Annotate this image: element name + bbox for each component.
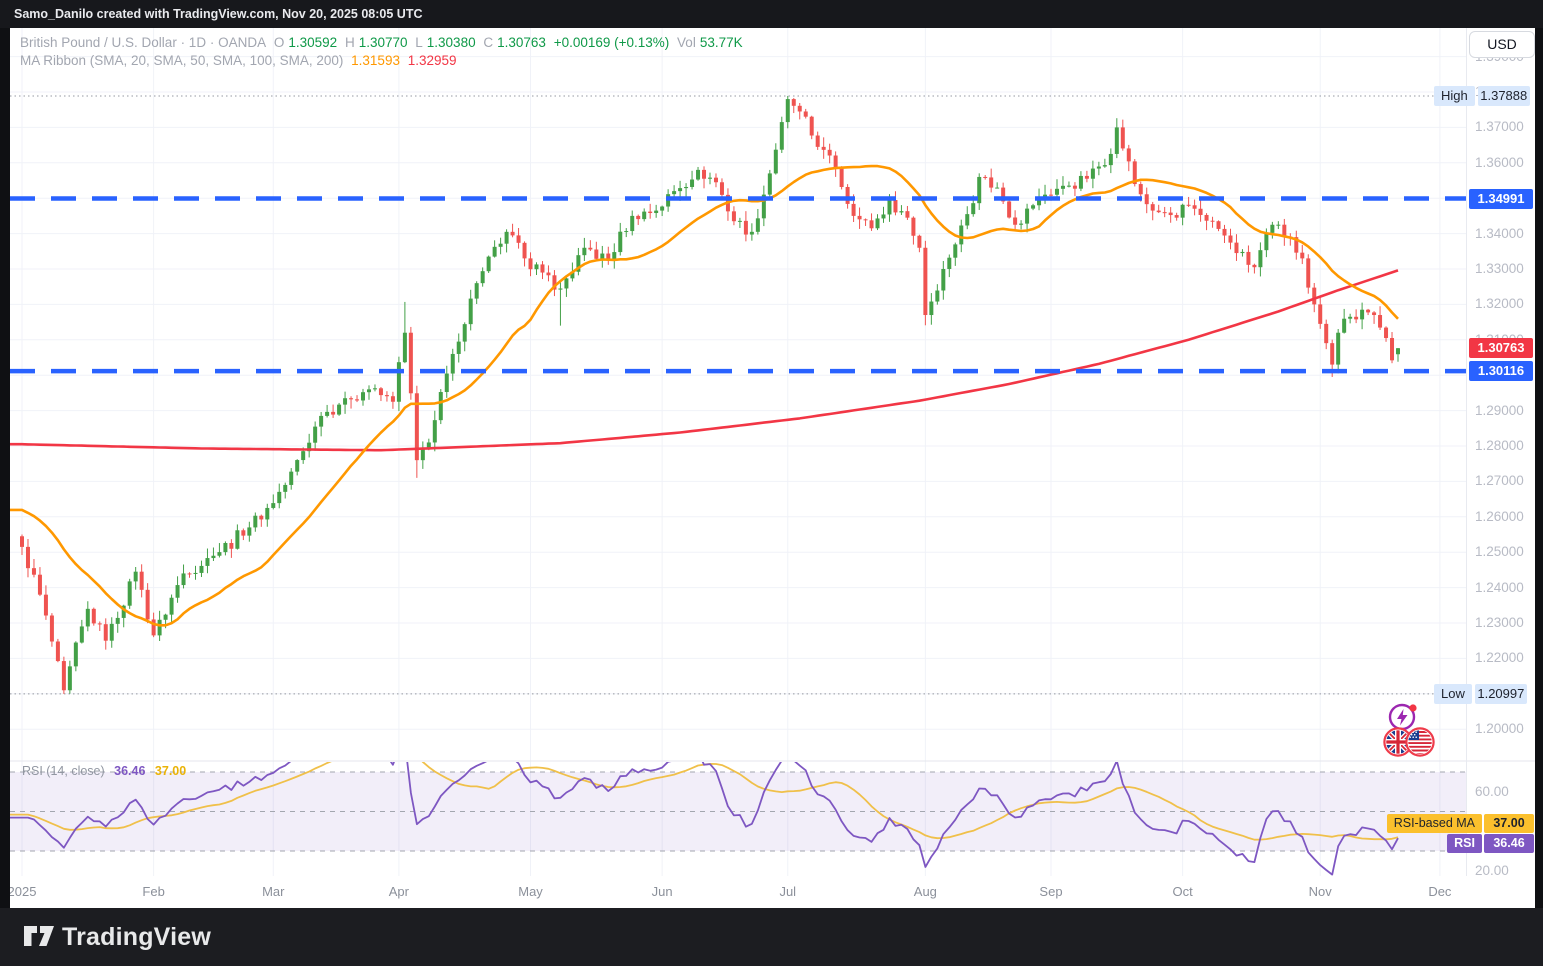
price-axis-label: 1.22000 [1475,650,1524,666]
time-axis-label: Dec [1428,884,1452,899]
rsi-badge-label: RSI-based MA [1386,814,1482,834]
price-axis-label: 1.25000 [1475,544,1524,560]
price-axis-label: 1.28000 [1475,438,1524,453]
last-price-badge: 1.30763 [1469,338,1533,359]
symbol-legend[interactable]: British Pound / U.S. Dollar · 1D · OANDA… [20,34,747,70]
price-axis-label: 1.27000 [1475,473,1524,489]
marker-label: High [1434,85,1475,106]
time-axis-label: Feb [142,884,165,899]
time-axis-label: Apr [388,884,409,899]
tradingview-logo-icon[interactable] [24,925,56,949]
ma-slow-value: 1.32959 [407,53,457,68]
price-axis[interactable]: 1.390001.380001.370001.360001.350001.340… [1466,28,1535,878]
price-chart-canvas[interactable] [10,28,1535,908]
rsi-ma-legend-value: 37.00 [154,764,187,778]
change-value: +0.00169 (+0.13%) [553,35,670,50]
rsi-legend-label: RSI (14, close) [22,764,105,778]
gbpusd-pair-flags-icon [1383,727,1435,757]
symbol-title: British Pound / U.S. Dollar · 1D · OANDA [20,35,267,50]
time-axis-label: 2025 [10,884,37,899]
ohlc-close-value: 1.30763 [497,35,546,50]
price-axis-label: 1.34000 [1475,225,1524,241]
ohlc-low-label: L [415,35,423,50]
time-axis-label: Oct [1172,884,1193,899]
time-axis-label: Jun [651,884,673,899]
rsi-ma-badge: RSI-based MA 37.00 [1386,814,1534,834]
ohlc-high-value: 1.30770 [358,35,408,50]
marker-value: 1.20997 [1474,683,1527,704]
volume-value: 53.77K [699,35,743,50]
volume-label: Vol [677,35,696,50]
price-axis-label: 1.37000 [1475,119,1524,135]
ma-ribbon-label: MA Ribbon (SMA, 20, SMA, 50, SMA, 100, S… [20,53,344,68]
rsi-legend[interactable]: RSI (14, close) 36.46 37.00 [22,764,192,778]
rsi-value-badge: RSI 36.46 [1447,834,1534,854]
currency-toggle-button[interactable]: USD [1469,31,1535,58]
time-axis-label: May [518,884,543,899]
footer-bar: TradingView [0,908,1543,966]
rsi-badge-label: RSI [1447,834,1482,854]
high-marker-badge: High 1.37888 [1434,85,1530,106]
level-price-badge: 1.30116 [1469,361,1533,382]
marker-value: 1.37888 [1477,85,1530,106]
ma-ribbon-legend-row: MA Ribbon (SMA, 20, SMA, 50, SMA, 100, S… [20,52,747,69]
price-axis-label: 1.32000 [1475,296,1524,312]
ohlc-high-label: H [344,35,355,50]
rsi-badge-value: 36.46 [1484,834,1534,854]
chart-area: British Pound / U.S. Dollar · 1D · OANDA… [10,28,1535,908]
price-axis-label: 1.29000 [1475,402,1524,418]
price-axis-label: 1.20000 [1475,721,1524,737]
rsi-badge-value: 37.00 [1484,814,1534,834]
symbol-legend-row1: British Pound / U.S. Dollar · 1D · OANDA… [20,34,747,51]
rsi-legend-value: 36.46 [114,764,146,778]
attribution-text: Samo_Danilo created with TradingView.com… [14,7,423,21]
time-axis-label: Jul [779,884,797,899]
time-axis-label: Nov [1308,884,1332,899]
time-axis-label: Aug [913,884,937,899]
ohlc-open-value: 1.30592 [288,35,338,50]
tradingview-brand-text[interactable]: TradingView [62,923,211,952]
price-axis-label: 1.26000 [1475,508,1524,524]
ohlc-close-label: C [483,35,494,50]
marker-label: Low [1434,683,1472,704]
time-axis-label: Mar [262,884,285,899]
price-axis-label: 1.23000 [1475,615,1524,630]
time-axis-label: Sep [1039,884,1063,899]
price-axis-label: 1.24000 [1475,579,1524,595]
time-axis[interactable]: 2025 Feb Mar Apr May Jun Jul Aug Sep Oct Nov Dec [10,876,1535,908]
price-axis-label: 1.33000 [1475,261,1524,276]
rsi-axis-label: 60.00 [1475,783,1509,799]
low-marker-badge: Low 1.20997 [1434,683,1527,704]
ohlc-open-label: O [273,35,285,50]
price-axis-label: 1.36000 [1475,154,1524,170]
ma-fast-value: 1.31593 [351,53,400,68]
level-price-badge: 1.34991 [1469,188,1533,209]
attribution-bar: Samo_Danilo created with TradingView.com… [0,0,1543,28]
ohlc-low-value: 1.30380 [426,35,476,50]
